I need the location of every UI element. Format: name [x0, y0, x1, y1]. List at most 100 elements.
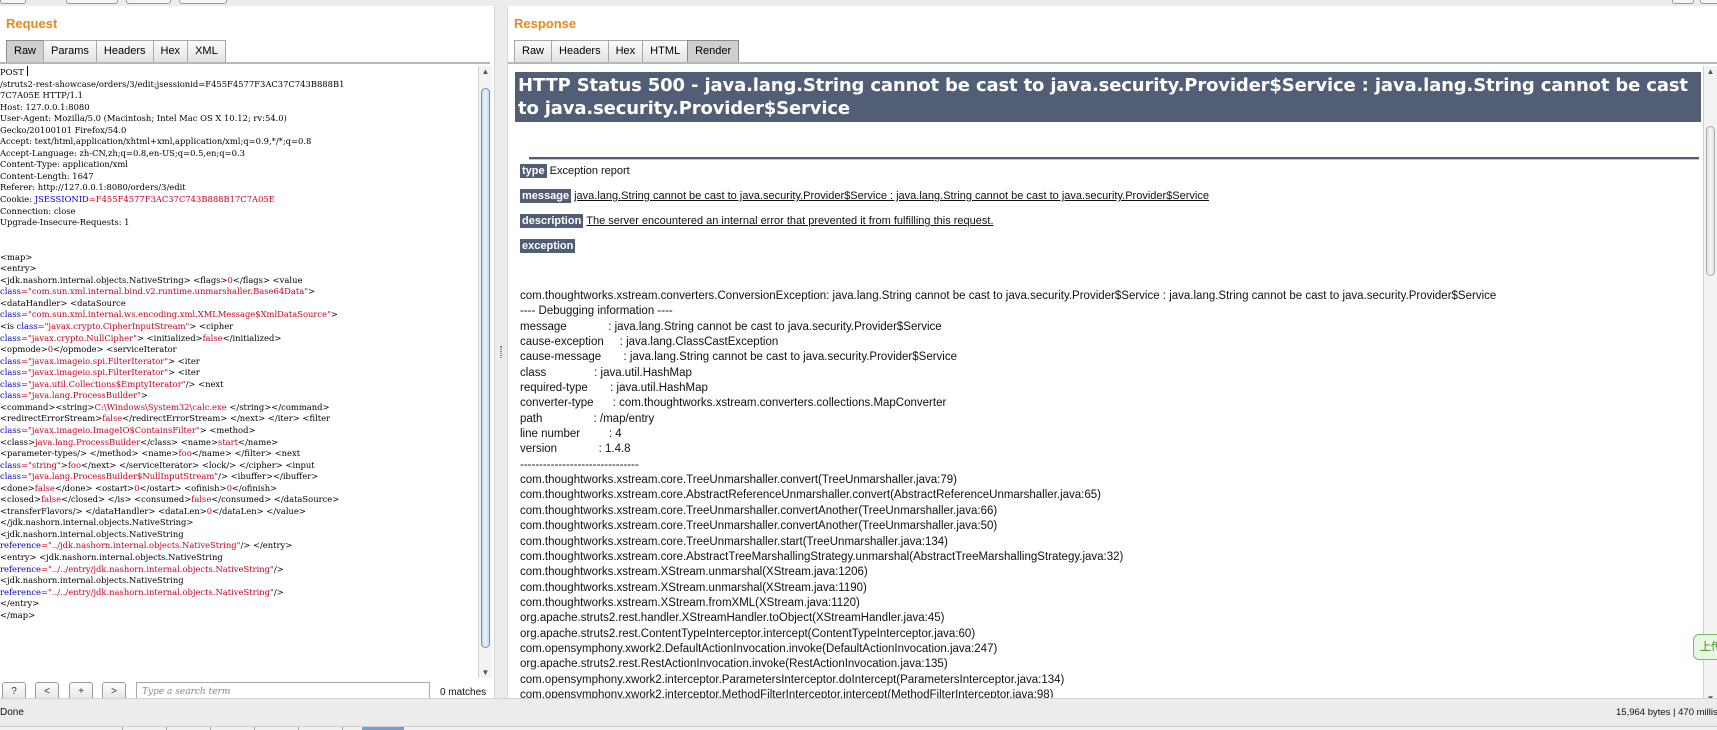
response-tab-render[interactable]: Render [687, 40, 740, 62]
raw-line: class="javax.imageio.ImageIO$ContainsFil… [0, 424, 256, 435]
raw-line [0, 229, 478, 241]
response-panel: Response Raw Headers Hex HTML Render HTTP St… [508, 6, 1717, 704]
request-tab-headers[interactable]: Headers [95, 40, 154, 62]
scroll-thumb[interactable] [481, 88, 490, 648]
trace-line: com.thoughtworks.xstream.core.TreeUnmars… [520, 535, 948, 548]
request-tab-raw[interactable]: Raw [6, 40, 45, 62]
toolbar-button[interactable] [1672, 0, 1694, 4]
raw-line: <entry> <jdk.nashorn.internal.objects.Na… [0, 551, 223, 562]
response-tab-html[interactable]: HTML [642, 40, 689, 62]
raw-line: <jdk.nashorn.internal.objects.NativeStri… [0, 528, 184, 539]
panel-splitter[interactable] [494, 6, 508, 698]
raw-line: Upgrade-Insecure-Requests: 1 [0, 217, 130, 228]
raw-line: Accept-Language: zh-CN,zh;q=0.8,en-US;q=… [0, 147, 245, 158]
exception-label: exception [520, 239, 576, 253]
horizontal-rule [529, 157, 1699, 160]
raw-line: <closed>false</closed> </is> <consumed>f… [0, 494, 340, 505]
request-tab-hex[interactable]: Hex [152, 40, 189, 62]
raw-line: class="java.lang.ProcessBuilder"> [0, 390, 148, 401]
raw-line: Content-Type: application/xml [0, 159, 128, 170]
scroll-up-icon[interactable]: ▲ [1704, 66, 1717, 77]
toolbar-button[interactable] [179, 0, 227, 4]
raw-line: </entry> [0, 598, 40, 609]
raw-line: <command><string>C:\Windows\System32\cal… [0, 401, 330, 412]
raw-line: class="javax.crypto.NullCipher"> <initia… [0, 332, 282, 343]
request-raw-text[interactable]: POST /struts2-rest-showcase/orders/3/edi… [0, 66, 478, 621]
request-tab-params[interactable]: Params [43, 40, 97, 62]
toolbar-button[interactable] [66, 0, 118, 4]
scroll-thumb[interactable] [1706, 126, 1715, 276]
text-cursor [26, 66, 28, 76]
response-scrollbar[interactable]: ▲ ▼ [1703, 66, 1717, 704]
trace-line: required-type : java.util.HashMap [520, 382, 708, 395]
request-tab-xml[interactable]: XML [187, 40, 226, 62]
raw-line: <opmode>0</opmode> <serviceIterator [0, 344, 177, 355]
raw-line: <entry> [0, 263, 37, 274]
status-text: Done [0, 707, 24, 718]
tab-divider [0, 62, 490, 64]
scroll-down-icon[interactable]: ▼ [479, 667, 492, 678]
trace-line: version : 1.4.8 [520, 443, 631, 456]
response-tab-raw[interactable]: Raw [514, 40, 553, 62]
request-title: Request [6, 16, 58, 31]
status-bar: Done 15,964 bytes | 470 millis [0, 698, 1717, 726]
trace-line: com.thoughtworks.xstream.core.TreeUnmars… [520, 474, 957, 487]
request-tabs: Raw Params Headers Hex XML [6, 40, 226, 62]
raw-line: <class>java.lang.ProcessBuilder</class> … [0, 436, 279, 447]
raw-line [0, 240, 478, 252]
raw-line: User-Agent: Mozilla/5.0 (Macintosh; Inte… [0, 113, 287, 124]
trace-line: org.apache.struts2.rest.ContentTypeInter… [520, 627, 976, 640]
trace-line: cause-exception : java.lang.ClassCastExc… [520, 336, 779, 349]
trace-line: ------------------------------- [520, 458, 639, 471]
tab-divider [508, 62, 1717, 64]
bottom-task-strip [0, 726, 1717, 730]
response-tabs: Raw Headers Hex HTML Render [514, 40, 740, 62]
request-scrollbar[interactable]: ▲ ▼ [478, 66, 492, 678]
raw-line: <done>false</done> <ostart>0</ostart> <o… [0, 482, 278, 493]
upload-side-tab[interactable]: 上传 [1693, 634, 1717, 660]
trace-line: ---- Debugging information ---- [520, 305, 673, 318]
trace-line: com.thoughtworks.xstream.XStream.unmarsh… [520, 566, 868, 579]
raw-line: Connection: close [0, 205, 76, 216]
trace-line: com.thoughtworks.xstream.XStream.unmarsh… [520, 581, 867, 594]
toolbar-button[interactable] [1700, 0, 1717, 4]
raw-line: class="javax.imageio.spi.FilterIterator"… [0, 367, 200, 378]
raw-line: <parameter-types/> </method> <name>foo</… [0, 448, 301, 459]
response-tab-headers[interactable]: Headers [551, 40, 609, 62]
match-count: 0 matches [440, 687, 487, 698]
response-tab-hex[interactable]: Hex [607, 40, 644, 62]
splitter-grip-icon[interactable] [500, 346, 502, 358]
type-label: type [520, 164, 547, 178]
raw-line: <redirectErrorStream>false</redirectErro… [0, 413, 331, 424]
toolbar-button[interactable] [126, 0, 171, 4]
trace-line: com.thoughtworks.xstream.core.TreeUnmars… [520, 504, 998, 517]
trace-line: com.thoughtworks.xstream.core.TreeUnmars… [520, 520, 998, 533]
trace-line: path : /map/entry [520, 412, 655, 425]
raw-line: <jdk.nashorn.internal.objects.NativeStri… [0, 274, 303, 285]
exception-row: exception [520, 239, 578, 253]
raw-line: POST [0, 66, 28, 77]
raw-line: Content-Length: 1647 [0, 170, 94, 181]
type-row: type Exception report [520, 164, 630, 178]
trace-line: com.thoughtworks.xstream.XStream.fromXML… [520, 596, 860, 609]
raw-line: <map> [0, 251, 33, 262]
raw-line: class="string">foo</next> </serviceItera… [0, 459, 315, 470]
stack-trace: com.thoughtworks.xstream.converters.Conv… [520, 289, 1496, 703]
raw-line: Gecko/20100101 Firefox/54.0 [0, 124, 127, 135]
message-value: java.lang.String cannot be cast to java.… [574, 190, 1209, 202]
raw-line: Referer: http://127.0.0.1:8080/orders/3/… [0, 182, 186, 193]
raw-line: Cookie: JSESSIONID=F455F4577F3AC37C743B8… [0, 194, 275, 205]
raw-line: 7C7A05E HTTP/1.1 [0, 90, 83, 101]
request-raw-editor[interactable]: POST /struts2-rest-showcase/orders/3/edi… [0, 66, 478, 678]
message-label: message [520, 189, 572, 203]
description-row: description The server encountered an int… [520, 214, 994, 228]
response-size-timing: 15,964 bytes | 470 millis [1616, 707, 1717, 718]
trace-line: message : java.lang.String cannot be cas… [520, 320, 942, 333]
scroll-up-icon[interactable]: ▲ [479, 66, 492, 77]
raw-line: Accept: text/html,application/xhtml+xml,… [0, 136, 312, 147]
trace-line: com.opensymphony.xwork2.DefaultActionInv… [520, 642, 998, 655]
raw-line: class="java.lang.ProcessBuilder$NullInpu… [0, 471, 319, 482]
raw-line: <jdk.nashorn.internal.objects.NativeStri… [0, 575, 184, 586]
toolbar-button[interactable] [0, 0, 26, 4]
description-value: The server encountered an internal error… [586, 215, 994, 227]
